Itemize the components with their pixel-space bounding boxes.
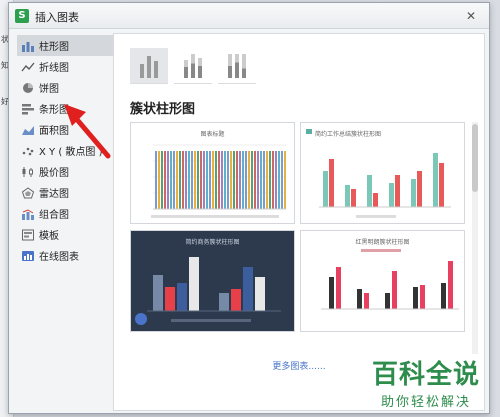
sidebar-item-label: 折线图 xyxy=(39,63,69,74)
combo-chart-icon xyxy=(22,208,34,220)
sidebar-item-template[interactable]: 模板 xyxy=(17,224,113,245)
sidebar-item-stock[interactable]: 股价图 xyxy=(17,161,113,182)
sidebar-item-label: 饼图 xyxy=(39,84,59,95)
insert-chart-dialog: S 插入图表 ✕ 柱形图 折线图 饼图 条形图 面积图 X Y ( 散点图 ) xyxy=(8,2,490,414)
dialog-titlebar[interactable]: S 插入图表 ✕ xyxy=(9,3,489,29)
section-title: 簇状柱形图 xyxy=(130,102,196,117)
chart-thumbnail[interactable]: 简约工作总结簇状柱形图 xyxy=(300,122,465,224)
thumbnail-preview xyxy=(321,249,459,310)
red-arrow-icon xyxy=(64,104,111,159)
sidebar-item-online[interactable]: 在线图表 xyxy=(17,245,113,266)
sidebar-item-line[interactable]: 折线图 xyxy=(17,56,113,77)
sidebar-item-column[interactable]: 柱形图 xyxy=(17,35,113,56)
chart-thumbnail[interactable]: 图表标题 xyxy=(130,122,295,224)
thumbnail-preview xyxy=(306,129,451,218)
chart-type-sidebar: 柱形图 折线图 饼图 条形图 面积图 X Y ( 散点图 ) 股价图 雷达图 组… xyxy=(17,35,113,407)
line-chart-icon xyxy=(21,62,35,71)
sidebar-item-radar[interactable]: 雷达图 xyxy=(17,182,113,203)
wps-app-icon: S xyxy=(15,9,29,23)
online-chart-icon xyxy=(22,250,34,261)
sidebar-item-combo[interactable]: 组合图 xyxy=(17,203,113,224)
variant-stacked-column[interactable] xyxy=(174,48,212,84)
area-chart-icon xyxy=(22,125,34,135)
thumbnail-preview xyxy=(135,257,281,325)
dialog-title: 插入图表 xyxy=(35,11,79,24)
bar-chart-icon xyxy=(22,103,34,114)
variant-percent-stacked-column[interactable] xyxy=(218,48,256,84)
chart-thumbnail[interactable]: 简约商务簇状柱形图 xyxy=(130,230,295,332)
sidebar-item-label: 模板 xyxy=(39,231,59,242)
stock-chart-icon xyxy=(22,166,33,177)
watermark-subtitle: 助你轻松解决 xyxy=(380,395,471,410)
chart-thumbnail[interactable]: 红黑明朗簇状柱形图 xyxy=(300,230,465,332)
chart-thumbnail-grid: 图表标题 简约工作总结簇状柱形图 简约商务簇状柱形图 红黑明朗簇状柱形图 xyxy=(130,122,470,354)
variant-clustered-column[interactable] xyxy=(130,48,168,84)
template-icon xyxy=(22,229,34,240)
column-chart-icon xyxy=(22,41,34,52)
watermark: 百科全说 助你轻松解决 xyxy=(362,354,490,410)
gallery-scrollbar-thumb[interactable] xyxy=(472,124,478,192)
sidebar-item-label: 在线图表 xyxy=(39,252,79,263)
radar-chart-icon xyxy=(21,186,35,198)
watermark-title: 百科全说 xyxy=(371,360,480,390)
sidebar-item-label: 股价图 xyxy=(39,168,69,179)
sidebar-item-label: 雷达图 xyxy=(39,189,69,200)
sidebar-item-label: 柱形图 xyxy=(39,42,69,53)
sidebar-item-label: 组合图 xyxy=(39,210,69,221)
scatter-chart-icon xyxy=(22,147,34,155)
close-button[interactable]: ✕ xyxy=(463,9,479,23)
column-variant-selector xyxy=(130,48,256,84)
thumbnail-preview xyxy=(151,144,286,218)
pie-chart-icon xyxy=(23,82,33,93)
sidebar-item-pie[interactable]: 饼图 xyxy=(17,77,113,98)
